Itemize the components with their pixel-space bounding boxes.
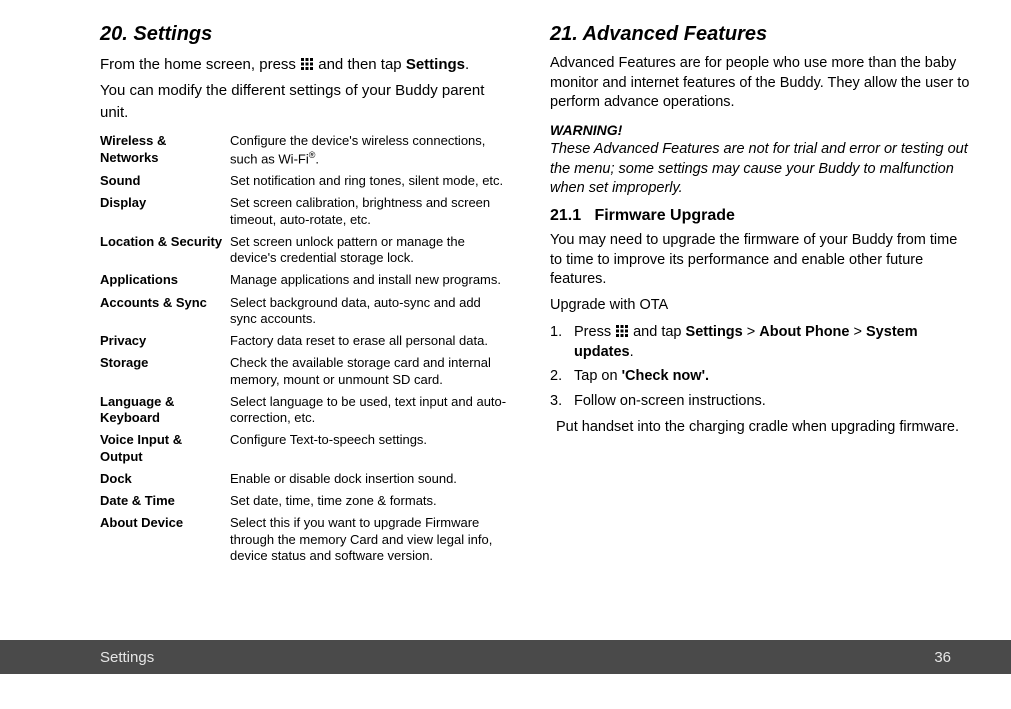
table-row: ApplicationsManage applications and inst… xyxy=(100,272,510,288)
setting-desc: Select language to be used, text input a… xyxy=(230,394,510,427)
ota-steps: Press and tap Settings > About Phone > S… xyxy=(550,322,970,411)
text: > xyxy=(743,324,760,340)
table-row: StorageCheck the available storage card … xyxy=(100,355,510,388)
setting-term: Date & Time xyxy=(100,493,230,509)
list-item: Follow on-screen instructions. xyxy=(550,391,970,411)
setting-desc: Configure Text-to-speech settings. xyxy=(230,432,510,465)
advanced-intro: Advanced Features are for people who use… xyxy=(550,54,970,113)
setting-desc: Set screen unlock pattern or manage the … xyxy=(230,234,510,267)
text-bold: About Phone xyxy=(759,324,849,340)
text-bold: 'Check now'. xyxy=(622,368,709,384)
right-column: 21. Advanced Features Advanced Features … xyxy=(550,20,970,570)
setting-term: Dock xyxy=(100,471,230,487)
table-row: Date & TimeSet date, time, time zone & f… xyxy=(100,493,510,509)
setting-term: Language & Keyboard xyxy=(100,394,230,427)
left-column: 20. Settings From the home screen, press… xyxy=(100,20,510,570)
footer-chapter: Settings xyxy=(100,649,154,666)
section-21-title: 21. Advanced Features xyxy=(550,20,970,48)
setting-term: Location & Security xyxy=(100,234,230,267)
intro-line-2: You can modify the different settings of… xyxy=(100,80,510,124)
page-content: 20. Settings From the home screen, press… xyxy=(0,0,1011,570)
footer-margin xyxy=(0,674,1011,709)
page-footer: Settings 36 xyxy=(0,640,1011,674)
firmware-para-1: You may need to upgrade the firmware of … xyxy=(550,231,970,290)
table-row: Wireless & NetworksConfigure the device'… xyxy=(100,133,510,167)
setting-desc: Factory data reset to erase all personal… xyxy=(230,333,510,349)
text: and then tap xyxy=(314,56,406,73)
table-row: Accounts & SyncSelect background data, a… xyxy=(100,295,510,328)
setting-desc: Select background data, auto-sync and ad… xyxy=(230,295,510,328)
table-row: PrivacyFactory data reset to erase all p… xyxy=(100,333,510,349)
setting-desc: Enable or disable dock insertion sound. xyxy=(230,471,510,487)
setting-term: Wireless & Networks xyxy=(100,133,230,167)
footer-page-number: 36 xyxy=(934,649,951,666)
table-row: About DeviceSelect this if you want to u… xyxy=(100,515,510,564)
text: Press xyxy=(574,324,615,340)
intro-line-1: From the home screen, press and then tap… xyxy=(100,54,510,76)
setting-desc: Manage applications and install new prog… xyxy=(230,272,510,288)
setting-term: Voice Input & Output xyxy=(100,432,230,465)
setting-term: Display xyxy=(100,195,230,228)
setting-term: Sound xyxy=(100,173,230,189)
text: From the home screen, press xyxy=(100,56,300,73)
setting-term: About Device xyxy=(100,515,230,564)
text-bold: Settings xyxy=(406,56,465,73)
setting-desc: Configure the device's wireless connecti… xyxy=(230,133,510,167)
list-item: Tap on 'Check now'. xyxy=(550,366,970,386)
section-20-title: 20. Settings xyxy=(100,20,510,48)
subsection-number: 21.1 xyxy=(550,205,590,227)
setting-desc: Set notification and ring tones, silent … xyxy=(230,173,510,189)
setting-term: Privacy xyxy=(100,333,230,349)
warning-body: These Advanced Features are not for tria… xyxy=(550,140,970,199)
text-bold: Settings xyxy=(686,324,743,340)
table-row: Voice Input & OutputConfigure Text-to-sp… xyxy=(100,432,510,465)
setting-desc: Select this if you want to upgrade Firmw… xyxy=(230,515,510,564)
table-row: DockEnable or disable dock insertion sou… xyxy=(100,471,510,487)
subsection-title-text: Firmware Upgrade xyxy=(594,207,734,224)
apps-grid-icon xyxy=(301,58,313,70)
setting-desc: Set date, time, time zone & formats. xyxy=(230,493,510,509)
warning-label: WARNING! xyxy=(550,121,970,141)
table-row: DisplaySet screen calibration, brightnes… xyxy=(100,195,510,228)
text: . xyxy=(630,344,634,360)
setting-desc: Set screen calibration, brightness and s… xyxy=(230,195,510,228)
subsection-21-1-title: 21.1 Firmware Upgrade xyxy=(550,205,970,227)
table-row: Language & KeyboardSelect language to be… xyxy=(100,394,510,427)
firmware-note: Put handset into the charging cradle whe… xyxy=(550,417,970,437)
firmware-para-2: Upgrade with OTA xyxy=(550,296,970,316)
text: and tap xyxy=(629,324,685,340)
table-row: SoundSet notification and ring tones, si… xyxy=(100,173,510,189)
table-row: Location & SecuritySet screen unlock pat… xyxy=(100,234,510,267)
text: > xyxy=(849,324,866,340)
setting-term: Storage xyxy=(100,355,230,388)
text: Tap on xyxy=(574,368,622,384)
list-item: Press and tap Settings > About Phone > S… xyxy=(550,322,970,363)
text: . xyxy=(465,56,469,73)
setting-term: Accounts & Sync xyxy=(100,295,230,328)
settings-table: Wireless & NetworksConfigure the device'… xyxy=(100,133,510,564)
setting-desc: Check the available storage card and int… xyxy=(230,355,510,388)
apps-grid-icon xyxy=(616,325,628,337)
setting-term: Applications xyxy=(100,272,230,288)
